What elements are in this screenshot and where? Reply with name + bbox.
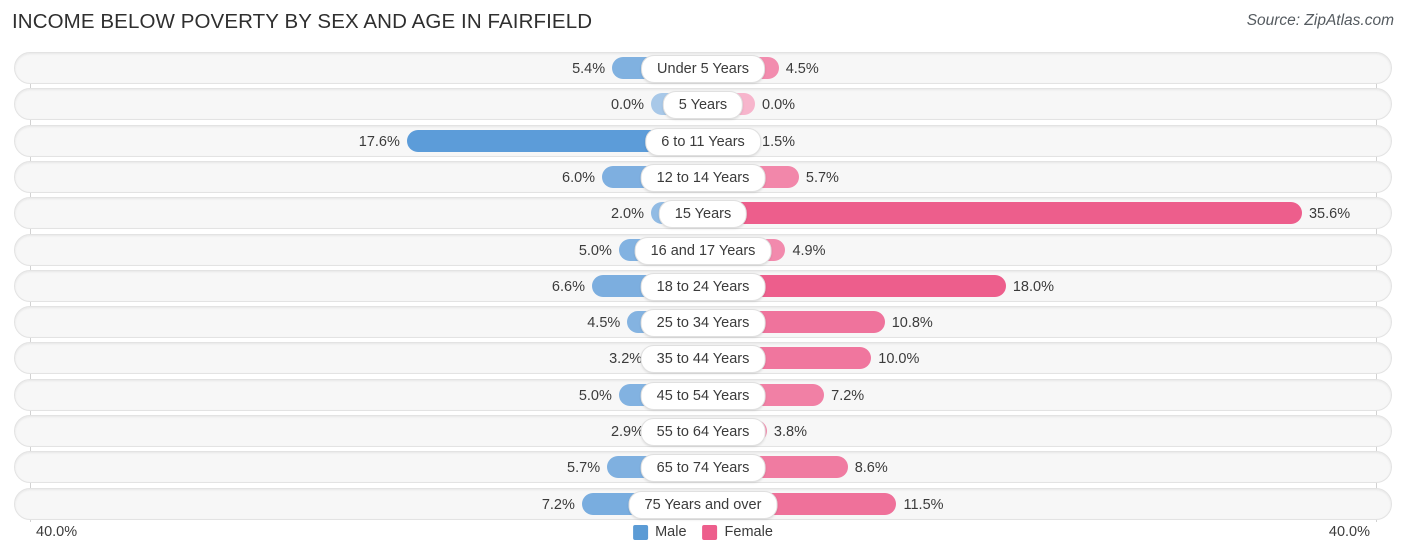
value-label-male: 17.6% xyxy=(358,133,400,150)
category-label: 65 to 74 Years xyxy=(640,454,766,483)
chart-plot-area: 5.4% 4.5% Under 5 Years 0.0% 0.0% 5 Years 17.6… xyxy=(0,44,1406,522)
legend-swatch-icon xyxy=(702,524,718,540)
category-label: 12 to 14 Years xyxy=(640,163,766,192)
legend-swatch-icon xyxy=(633,524,649,540)
bar-female xyxy=(703,202,1302,225)
category-label: 25 to 34 Years xyxy=(640,309,766,338)
category-label: 55 to 64 Years xyxy=(640,418,766,446)
source-attribution: Source: ZipAtlas.com xyxy=(1246,12,1394,29)
value-label-female: 10.0% xyxy=(878,351,920,368)
category-label: 5 Years xyxy=(662,91,744,120)
value-label-male: 6.6% xyxy=(551,278,585,295)
category-label: 16 and 17 Years xyxy=(634,236,772,265)
category-label: 15 Years xyxy=(658,200,748,229)
value-label-female: 3.8% xyxy=(773,424,807,440)
category-label: 75 Years and over xyxy=(628,490,778,519)
chart-page: INCOME BELOW POVERTY BY SEX AND AGE IN F… xyxy=(0,0,1406,559)
chart-row: 2.0% 35.6% 15 Years xyxy=(14,197,1392,230)
value-label-male: 0.0% xyxy=(610,97,644,114)
category-label: 35 to 44 Years xyxy=(640,345,766,374)
axis-max-right: 40.0% xyxy=(1328,524,1370,540)
chart-row: 17.6% 1.5% 6 to 11 Years xyxy=(14,124,1392,157)
chart-footer: 40.0% 40.0% Male Female xyxy=(0,521,1406,559)
legend-label: Female xyxy=(724,524,773,540)
chart-header: INCOME BELOW POVERTY BY SEX AND AGE IN F… xyxy=(0,0,1406,44)
chart-row: 5.7% 8.6% 65 to 74 Years xyxy=(14,451,1392,484)
chart-legend: Male Female xyxy=(633,524,773,540)
value-label-female: 5.7% xyxy=(805,169,839,186)
category-label: Under 5 Years xyxy=(641,55,765,83)
axis-max-left: 40.0% xyxy=(36,524,78,540)
chart-row: 7.2% 11.5% 75 Years and over xyxy=(14,487,1392,520)
value-label-male: 6.0% xyxy=(562,169,596,186)
chart-row: 6.6% 18.0% 18 to 24 Years xyxy=(14,269,1392,302)
legend-item[interactable]: Male xyxy=(633,524,687,540)
value-label-female: 1.5% xyxy=(762,133,796,150)
category-label: 45 to 54 Years xyxy=(640,381,766,410)
legend-item[interactable]: Female xyxy=(702,524,773,540)
value-label-male: 4.5% xyxy=(587,315,621,332)
chart-row: 3.2% 10.0% 35 to 44 Years xyxy=(14,342,1392,375)
chart-row: 5.0% 7.2% 45 to 54 Years xyxy=(14,378,1392,411)
chart-row: 4.5% 10.8% 25 to 34 Years xyxy=(14,306,1392,339)
value-label-male: 5.7% xyxy=(567,460,601,477)
page-title: INCOME BELOW POVERTY BY SEX AND AGE IN F… xyxy=(12,10,593,33)
chart-row: 5.4% 4.5% Under 5 Years xyxy=(14,52,1392,84)
value-label-female: 10.8% xyxy=(891,315,933,332)
chart-row: 6.0% 5.7% 12 to 14 Years xyxy=(14,160,1392,193)
value-label-female: 35.6% xyxy=(1308,206,1351,223)
value-label-female: 0.0% xyxy=(762,97,796,114)
value-label-female: 11.5% xyxy=(903,496,944,513)
legend-label: Male xyxy=(655,524,687,540)
chart-row: 2.9% 3.8% 55 to 64 Years xyxy=(14,415,1392,447)
value-label-female: 4.9% xyxy=(792,242,826,259)
value-label-male: 5.0% xyxy=(578,242,612,259)
value-label-male: 5.4% xyxy=(572,61,606,77)
category-label: 6 to 11 Years xyxy=(645,127,761,156)
value-label-male: 5.0% xyxy=(578,387,612,404)
chart-row: 0.0% 0.0% 5 Years xyxy=(14,88,1392,121)
value-label-female: 8.6% xyxy=(854,460,888,477)
value-label-male: 2.0% xyxy=(610,206,644,223)
value-label-male: 7.2% xyxy=(541,496,575,513)
chart-row: 5.0% 4.9% 16 and 17 Years xyxy=(14,233,1392,266)
value-label-female: 7.2% xyxy=(831,387,865,404)
category-label: 18 to 24 Years xyxy=(640,272,766,301)
value-label-female: 18.0% xyxy=(1012,278,1054,295)
value-label-female: 4.5% xyxy=(785,61,819,77)
